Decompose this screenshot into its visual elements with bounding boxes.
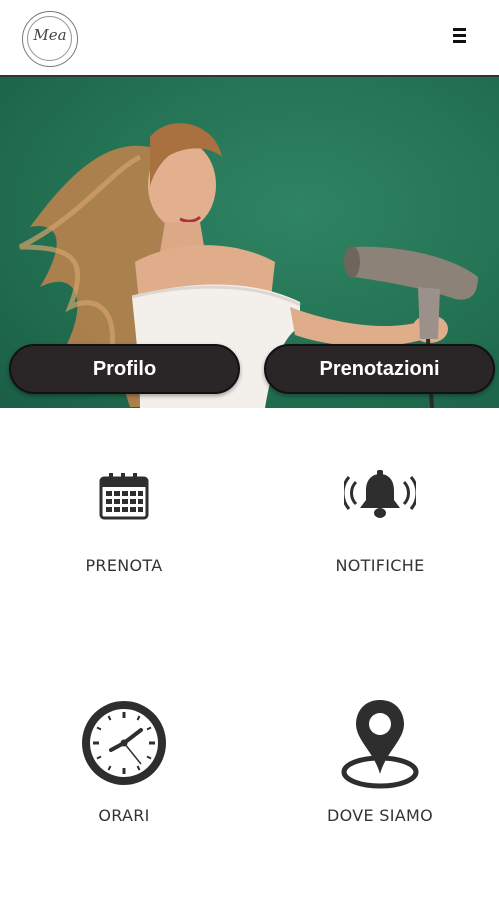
tile-label: NOTIFICHE	[335, 556, 425, 575]
clock-icon	[79, 698, 169, 792]
brand-logo[interactable]: Mea	[22, 11, 78, 67]
tile-notifiche[interactable]: NOTIFICHE	[280, 462, 480, 592]
hamburger-menu-button[interactable]	[447, 24, 473, 46]
logo-text: Mea	[33, 26, 67, 44]
tile-label: ORARI	[98, 806, 150, 825]
tile-dove-siamo[interactable]: DOVE SIAMO	[280, 698, 480, 828]
hamburger-icon	[453, 28, 466, 31]
location-pin-icon	[340, 700, 420, 794]
hamburger-icon-bar	[453, 40, 466, 43]
bell-ringing-icon	[341, 470, 419, 524]
tile-label: DOVE SIAMO	[327, 806, 433, 825]
app-header: Mea	[0, 0, 499, 77]
tile-prenota[interactable]: PRENOTA	[24, 462, 224, 592]
hamburger-icon-bar	[453, 34, 466, 37]
profile-button[interactable]: Profilo	[9, 344, 240, 394]
bookings-button[interactable]: Prenotazioni	[264, 344, 495, 394]
tile-label: PRENOTA	[85, 556, 163, 575]
calendar-icon	[99, 472, 149, 524]
tile-orari[interactable]: ORARI	[24, 698, 224, 828]
